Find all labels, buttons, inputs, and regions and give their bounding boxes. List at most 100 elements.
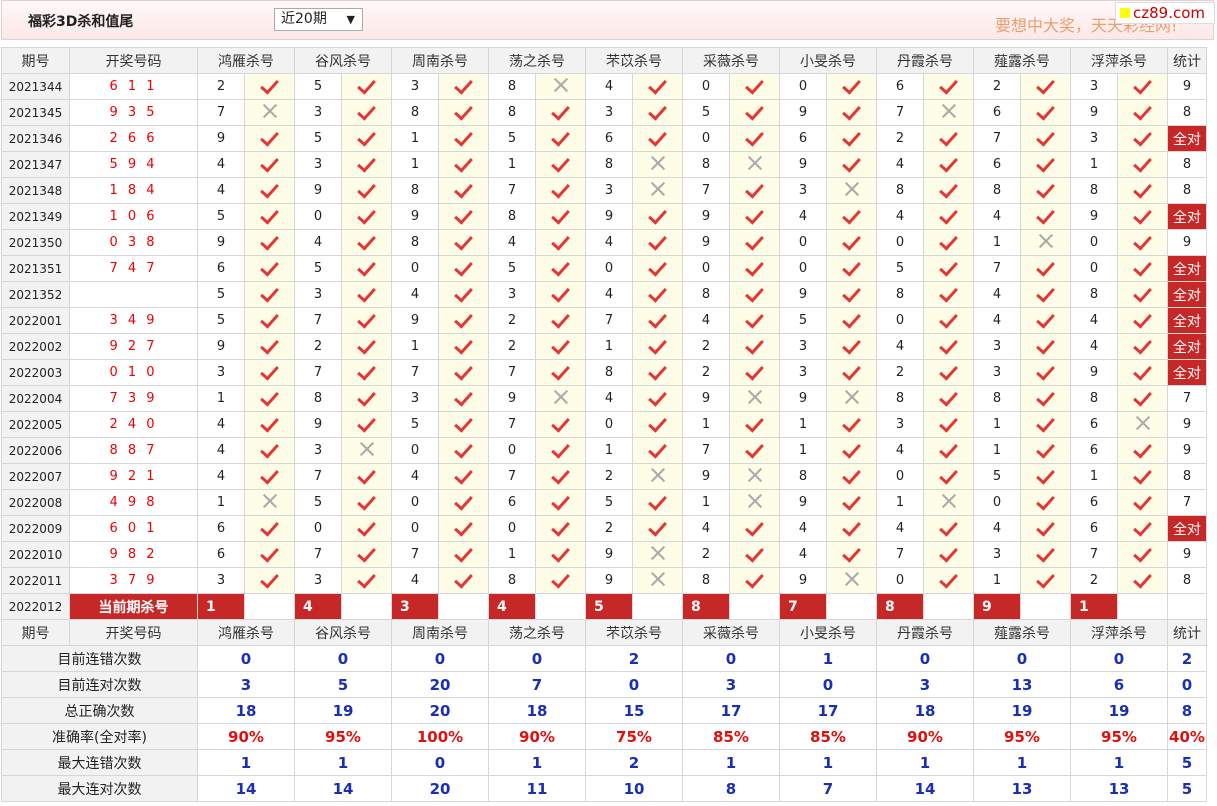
check-icon: [1133, 127, 1152, 147]
miss-mark: [729, 463, 780, 490]
check-icon: [357, 283, 376, 303]
kill-number: 2: [197, 73, 245, 100]
miss-mark: [341, 437, 392, 464]
check-icon: [454, 439, 473, 459]
kill-number: 1: [488, 151, 536, 178]
check-icon: [939, 413, 958, 433]
kill-number: 0: [779, 73, 827, 100]
check-icon: [260, 179, 279, 199]
period-select[interactable]: 近20期 ▼: [274, 8, 363, 31]
hit-mark: [1117, 463, 1168, 490]
hit-mark: [632, 385, 683, 412]
check-icon: [939, 465, 958, 485]
kill-number: 5: [294, 255, 342, 282]
kill-number: 2: [876, 125, 924, 152]
hit-mark: [1117, 203, 1168, 230]
kill-number: 6: [973, 99, 1021, 126]
hit-mark: [826, 125, 877, 152]
kill-number: 9: [585, 541, 633, 568]
check-icon: [1036, 127, 1055, 147]
hit-mark: [341, 359, 392, 386]
hit-mark: [244, 515, 295, 542]
kill-number: 9: [197, 229, 245, 256]
kill-number: 7: [294, 463, 342, 490]
check-icon: [842, 543, 861, 563]
current-kill-number: 8: [876, 593, 924, 620]
check-icon: [842, 491, 861, 511]
check-icon: [745, 309, 764, 329]
check-icon: [1036, 335, 1055, 355]
stats-label: 最大连错次数: [1, 749, 198, 776]
stats-value: 100%: [391, 723, 489, 750]
kill-number-table: 期号 开奖号码 鸿雁杀号 谷风杀号 周南杀号 荡之杀号 芣苡杀号 采薇杀号 小旻杀号 丹霞杀号 薤露…: [1, 47, 1207, 802]
check-icon: [939, 439, 958, 459]
current-kill-blank: [632, 593, 683, 620]
check-icon: [648, 101, 667, 121]
hit-mark: [535, 307, 586, 334]
hit-mark: [438, 333, 489, 360]
kill-number: 5: [682, 99, 730, 126]
check-icon: [357, 101, 376, 121]
hit-mark: [438, 203, 489, 230]
current-kill-number: 1: [1070, 593, 1118, 620]
kill-number: 5: [391, 411, 439, 438]
check-icon: [1133, 569, 1152, 589]
check-icon: [745, 283, 764, 303]
hit-mark: [632, 99, 683, 126]
draw-numbers: 8 8 7: [69, 437, 198, 464]
check-icon: [454, 205, 473, 225]
kill-number: 0: [973, 489, 1021, 516]
check-icon: [842, 127, 861, 147]
check-icon: [1133, 517, 1152, 537]
miss-mark: [244, 489, 295, 516]
miss-mark: [632, 463, 683, 490]
miss-mark: [632, 151, 683, 178]
check-icon: [1133, 205, 1152, 225]
check-icon: [260, 387, 279, 407]
miss-mark: [923, 99, 974, 126]
site-logo[interactable]: cz89.com: [1115, 2, 1215, 24]
kill-number: 5: [488, 255, 536, 282]
check-icon: [454, 569, 473, 589]
miss-mark: [729, 151, 780, 178]
check-icon: [1133, 491, 1152, 511]
hit-mark: [438, 515, 489, 542]
header-expert: 谷风杀号: [294, 619, 392, 646]
kill-number: 4: [197, 463, 245, 490]
hit-mark: [729, 281, 780, 308]
check-icon: [551, 101, 570, 121]
kill-number: 4: [682, 515, 730, 542]
hit-mark: [923, 281, 974, 308]
hit-mark: [244, 411, 295, 438]
kill-number: 1: [779, 411, 827, 438]
current-kill-number: 1: [197, 593, 245, 620]
hit-mark: [244, 281, 295, 308]
kill-number: 3: [779, 177, 827, 204]
kill-number: 7: [1070, 541, 1118, 568]
kill-number: 0: [876, 567, 924, 594]
current-kill-blank: [438, 593, 489, 620]
issue-cell: 2021352: [1, 281, 70, 308]
kill-number: 2: [1070, 567, 1118, 594]
check-icon: [357, 387, 376, 407]
hit-mark: [438, 385, 489, 412]
issue-cell: 2021348: [1, 177, 70, 204]
check-icon: [357, 543, 376, 563]
check-icon: [260, 205, 279, 225]
hit-mark: [729, 203, 780, 230]
check-icon: [454, 75, 473, 95]
hit-mark: [1117, 229, 1168, 256]
hit-mark: [438, 463, 489, 490]
kill-number: 4: [585, 229, 633, 256]
table-row: 2022004 7 3 91 8 3 9 4 9 9 8 8 8 7: [1, 385, 1207, 412]
stats-value: 13: [1070, 775, 1168, 802]
table-header-row: 期号 开奖号码 鸿雁杀号 谷风杀号 周南杀号 荡之杀号 芣苡杀号 采薇杀号 小旻杀号 丹霞杀号 薤露…: [1, 619, 1207, 646]
kill-number: 6: [876, 73, 924, 100]
hit-mark: [341, 125, 392, 152]
check-icon: [1036, 543, 1055, 563]
check-icon: [1133, 439, 1152, 459]
current-kill-number: 4: [294, 593, 342, 620]
check-icon: [357, 231, 376, 251]
kill-number: 4: [585, 73, 633, 100]
hit-mark: [438, 177, 489, 204]
